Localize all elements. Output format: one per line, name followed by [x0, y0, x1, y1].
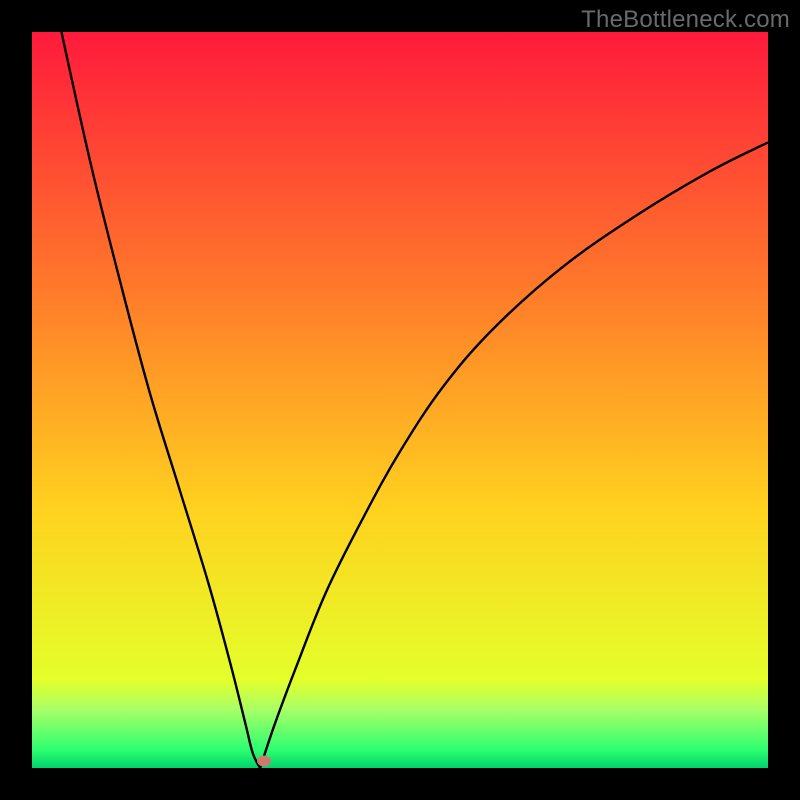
curve-left-branch — [61, 32, 260, 768]
curve-svg — [32, 32, 768, 768]
plot-area — [32, 32, 768, 768]
curve-right-branch — [260, 142, 768, 768]
watermark-text: TheBottleneck.com — [581, 6, 790, 34]
minimum-marker — [257, 755, 271, 766]
chart-frame: TheBottleneck.com — [0, 0, 800, 800]
